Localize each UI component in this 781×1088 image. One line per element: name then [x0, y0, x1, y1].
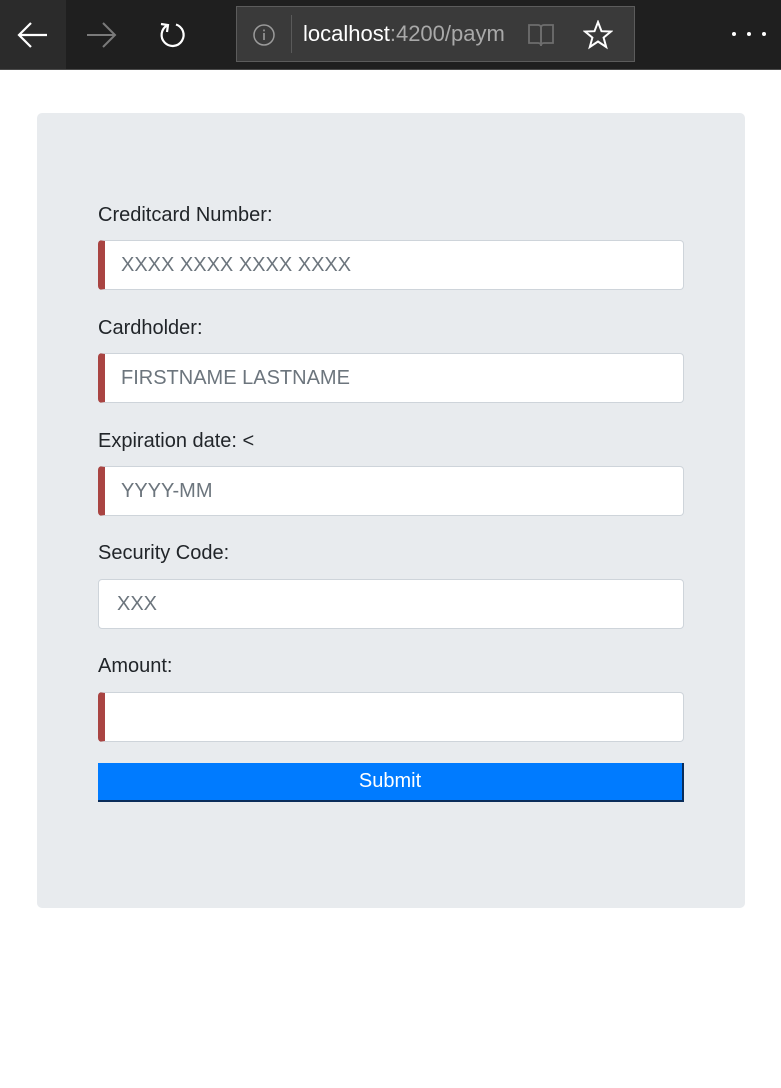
expiration-date-input[interactable]	[105, 467, 683, 515]
refresh-icon	[160, 22, 185, 47]
amount-label: Amount:	[98, 655, 173, 677]
security-code-input[interactable]	[99, 580, 683, 628]
star-icon[interactable]	[583, 20, 613, 50]
creditcard-number-field	[98, 240, 684, 290]
more-dots-icon[interactable]	[732, 24, 766, 44]
amount-input[interactable]	[105, 693, 683, 741]
url-host: localhost	[303, 21, 390, 46]
forward-button[interactable]	[68, 0, 134, 69]
expiration-date-label: Expiration date: <	[98, 430, 255, 452]
reading-view-icon[interactable]	[527, 22, 555, 48]
url-path: :4200/paym	[389, 21, 505, 46]
creditcard-number-input[interactable]	[105, 241, 683, 289]
security-code-label: Security Code:	[98, 542, 230, 564]
address-separator	[291, 15, 292, 53]
more-dot	[762, 32, 766, 36]
cardholder-input[interactable]	[105, 354, 683, 402]
cardholder-field	[98, 353, 684, 403]
cardholder-label: Cardholder:	[98, 317, 203, 339]
submit-button[interactable]: Submit	[98, 763, 684, 802]
browser-toolbar: localhost:4200/paym	[0, 0, 781, 70]
arrow-left-icon	[17, 21, 47, 48]
creditcard-number-label: Creditcard Number:	[98, 204, 273, 226]
arrow-right-icon	[87, 21, 117, 48]
refresh-button[interactable]	[140, 0, 206, 69]
security-code-field	[98, 579, 684, 629]
back-button[interactable]	[0, 0, 66, 69]
payment-form-card: Creditcard Number: Cardholder: Expiratio…	[37, 113, 745, 908]
address-bar[interactable]: localhost:4200/paym	[236, 6, 635, 62]
info-icon[interactable]	[253, 24, 275, 46]
more-dot	[732, 32, 736, 36]
more-dot	[747, 32, 751, 36]
url-text[interactable]: localhost:4200/paym	[303, 21, 517, 47]
amount-field	[98, 692, 684, 742]
expiration-date-field	[98, 466, 684, 516]
